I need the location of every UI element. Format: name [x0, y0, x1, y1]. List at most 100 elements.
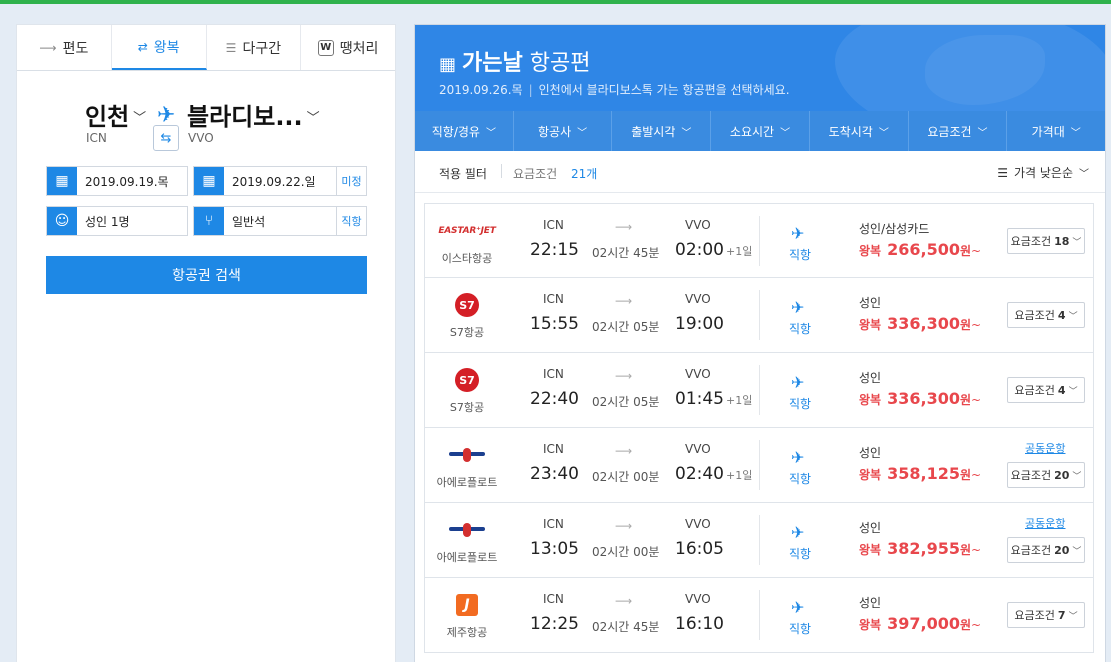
tab-multi-city[interactable]: ☰ 다구간	[207, 25, 302, 70]
flight-search-button[interactable]: 항공권 검색	[46, 256, 367, 294]
arrow-right-icon: ⟶	[615, 444, 633, 458]
flight-row[interactable]: EASTAR⁺JET 이스타항공 ICN 22:15 ⟶ 02시간 45분 VV…	[424, 203, 1094, 278]
calendar-icon: ▦	[47, 167, 77, 195]
divider	[759, 515, 760, 565]
direct-label: 직항	[789, 472, 812, 486]
price-amount: 336,300	[887, 314, 960, 333]
banner-description: 인천에서 블라디보스톡 가는 항공편을 선택하세요.	[538, 83, 790, 97]
fare-conditions-count: 7	[1057, 608, 1066, 622]
airline-logo	[443, 442, 491, 468]
passenger-field[interactable]: ☺ 성인 1명	[46, 206, 188, 236]
fare-conditions-dropdown[interactable]: 요금조건 20 ﹀	[1007, 537, 1085, 563]
price-from: ~	[971, 618, 982, 632]
flight-row[interactable]: S7 S7항공 ICN 22:40 ⟶ 02시간 05분 VVO 01:45 +1…	[424, 353, 1094, 428]
price-from: ~	[971, 393, 982, 407]
destination-city-select[interactable]: 블라디보... ﹀	[187, 97, 320, 132]
origin-city-select[interactable]: 인천 ﹀	[85, 97, 146, 132]
eastar-jet-logo: EASTAR⁺JET	[438, 226, 496, 236]
fare-conditions-label: 요금조건	[1014, 309, 1055, 322]
airplane-icon: ✈	[791, 298, 805, 317]
airplane-icon: ✈	[791, 224, 805, 243]
price: 왕복 358,125원~	[859, 464, 981, 483]
tab-last-minute[interactable]: W 땡처리	[301, 25, 395, 70]
fare-conditions-dropdown[interactable]: 요금조건 20 ﹀	[1007, 462, 1085, 488]
filter-duration[interactable]: 소요시간 ﹀	[711, 111, 810, 151]
w-badge-icon: W	[317, 39, 334, 56]
filter-departure-time[interactable]: 출발시각 ﹀	[612, 111, 712, 151]
filter-price-range[interactable]: 가격대 ﹀	[1007, 111, 1105, 151]
currency: 원	[959, 468, 972, 482]
top-accent-bar	[0, 0, 1111, 4]
tab-round-trip[interactable]: ⇄ 왕복	[111, 25, 207, 70]
trip-type: 왕복	[859, 318, 882, 332]
applied-filter-name: 요금조건	[513, 167, 558, 181]
return-undecided-toggle[interactable]: 미정	[336, 167, 366, 195]
flight-row[interactable]: J 제주항공 ICN 12:25 ⟶ 02시간 45분 VVO 16:10 ✈ …	[424, 578, 1094, 653]
origin-code: ICN	[86, 131, 107, 145]
flight-row[interactable]: S7 S7항공 ICN 15:55 ⟶ 02시간 05분 VVO 19:00 ✈…	[424, 278, 1094, 353]
airplane-icon: ✈	[791, 448, 805, 467]
filter-label: 가격대	[1031, 124, 1065, 139]
arrival-time: 01:45 +1일	[675, 389, 752, 409]
departure-time: 23:40	[530, 464, 579, 484]
currency: 원	[959, 244, 972, 258]
chevron-down-icon: ﹀	[577, 127, 588, 139]
flight-row[interactable]: 아에로플로트 ICN 13:05 ⟶ 02시간 00분 VVO 16:05 ✈ …	[424, 503, 1094, 578]
direct-label: 직항	[789, 547, 812, 561]
cabin-field[interactable]: ⑂ 일반석 직항	[193, 206, 367, 236]
trip-type: 왕복	[859, 618, 882, 632]
arrival-code: VVO	[685, 218, 711, 232]
airline-logo	[443, 517, 491, 543]
depart-date-field[interactable]: ▦ 2019.09.19.목	[46, 166, 188, 196]
sort-dropdown[interactable]: ☰ 가격 낮은순 ﹀	[997, 164, 1089, 181]
airplane-icon: ✈	[791, 598, 805, 617]
filter-stops[interactable]: 직항/경유 ﹀	[415, 111, 514, 151]
airplane-icon: ✈	[791, 523, 805, 542]
swap-route-button[interactable]: ⇆	[153, 125, 179, 151]
arrival-time: 02:40 +1일	[675, 464, 752, 484]
flight-row[interactable]: 아에로플로트 ICN 23:40 ⟶ 02시간 00분 VVO 02:40 +1일…	[424, 428, 1094, 503]
price-from: ~	[971, 543, 982, 557]
chevron-down-icon: ﹀	[878, 127, 889, 139]
return-date-field[interactable]: ▦ 2019.09.22.일 미정	[193, 166, 367, 196]
filter-arrival-time[interactable]: 도착시각 ﹀	[810, 111, 909, 151]
departure-code: ICN	[543, 442, 564, 456]
fare-conditions-dropdown[interactable]: 요금조건 18 ﹀	[1007, 228, 1085, 254]
jeju-air-logo: J	[456, 594, 478, 616]
airplane-icon: ✈	[791, 373, 805, 392]
destination-code: VVO	[188, 131, 214, 145]
banner-title-rest: 항공편	[522, 51, 591, 76]
filter-label: 항공사	[538, 124, 572, 139]
fare-conditions-dropdown[interactable]: 요금조건 4 ﹀	[1007, 377, 1085, 403]
chevron-down-icon: ﹀	[1068, 611, 1078, 622]
arrival-time-value: 16:05	[675, 539, 724, 559]
flight-duration: 02시간 45분	[592, 246, 660, 260]
chevron-down-icon: ﹀	[977, 127, 988, 139]
price-from: ~	[971, 318, 982, 332]
fare-conditions-dropdown[interactable]: 요금조건 4 ﹀	[1007, 302, 1085, 328]
flight-duration: 02시간 00분	[592, 545, 660, 559]
divider	[501, 164, 502, 178]
price: 왕복 336,300원~	[859, 314, 981, 333]
passenger-type: 성인	[859, 596, 882, 610]
tab-label: 편도	[62, 40, 89, 57]
calendar-icon: ▦	[439, 54, 457, 75]
filter-airline[interactable]: 항공사 ﹀	[514, 111, 613, 151]
s7-logo: S7	[455, 368, 479, 392]
airline-logo: S7	[443, 292, 491, 318]
fare-conditions-dropdown[interactable]: 요금조건 7 ﹀	[1007, 602, 1085, 628]
codeshare-link[interactable]: 공동운항	[1025, 440, 1065, 456]
applied-filter-count[interactable]: 21개	[571, 165, 597, 182]
filter-label: 직항/경유	[431, 124, 480, 139]
fare-conditions-label: 요금조건	[1010, 469, 1052, 482]
tab-one-way[interactable]: ⟶ 편도	[17, 25, 112, 70]
codeshare-link[interactable]: 공동운항	[1025, 515, 1065, 531]
divider	[759, 365, 760, 415]
airline-logo: S7	[443, 367, 491, 393]
filter-fare-conditions[interactable]: 요금조건 ﹀	[909, 111, 1008, 151]
tab-label: 땡처리	[339, 40, 379, 57]
chevron-down-icon: ﹀	[1072, 546, 1082, 557]
departure-code: ICN	[543, 517, 564, 531]
direct-only-toggle[interactable]: 직항	[336, 207, 366, 235]
filter-label: 출발시각	[631, 124, 676, 139]
